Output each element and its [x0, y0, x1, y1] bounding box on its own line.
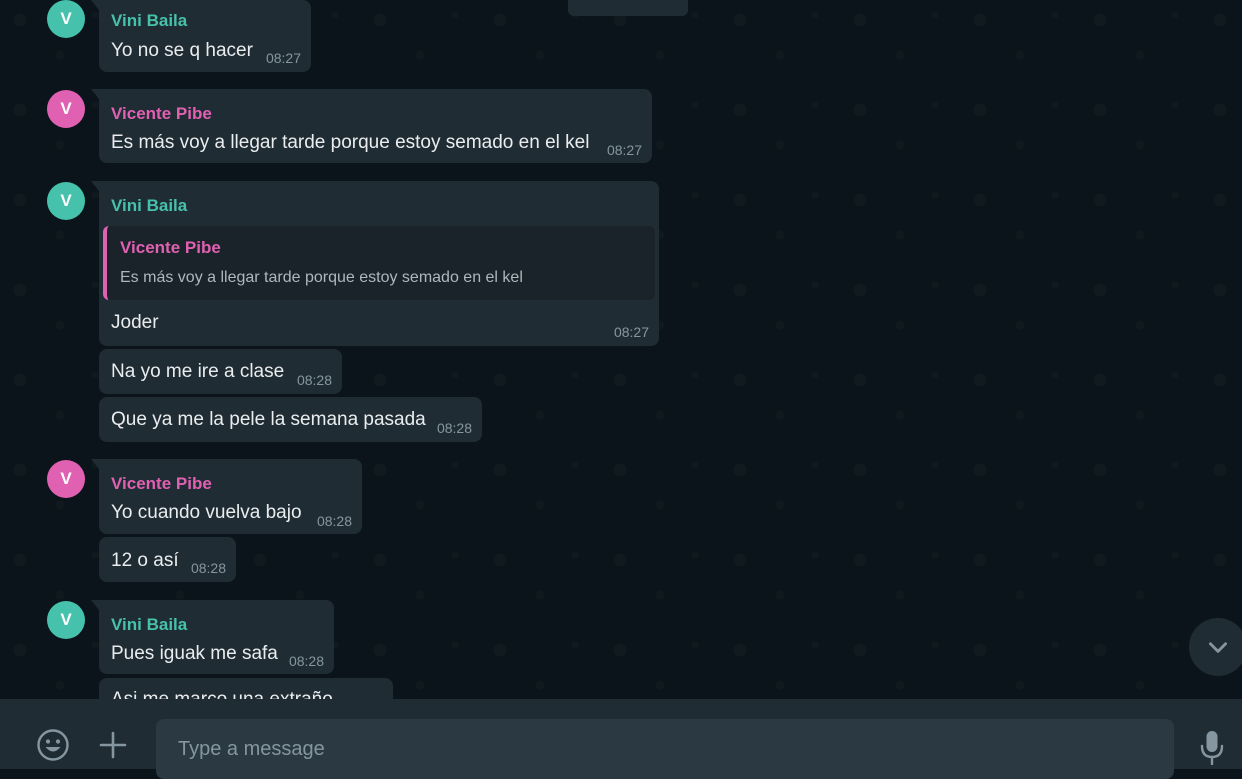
message-time: 08:28 [316, 513, 352, 529]
message-composer [0, 699, 1242, 779]
message-bubble[interactable]: Vicente Pibe Es más voy a llegar tarde p… [91, 89, 652, 163]
message-input[interactable] [156, 719, 1174, 779]
message-bubble[interactable]: Na yo me ire a clase 08:28 [99, 349, 342, 394]
sender-name[interactable]: Vicente Pibe [111, 474, 212, 494]
message-time: 08:28 [288, 653, 324, 669]
emoji-button[interactable] [34, 726, 72, 764]
message-time: 08:28 [296, 372, 332, 388]
avatar-vini-baila[interactable]: V [47, 601, 85, 639]
message-text: Yo cuando vuelva bajo [111, 502, 302, 523]
plus-icon [99, 731, 127, 759]
message-text: Yo no se q hacer [111, 40, 253, 61]
chevron-down-icon [1209, 642, 1227, 653]
avatar-vicente-pibe[interactable]: V [47, 460, 85, 498]
message-bubble[interactable]: Vicente Pibe Yo cuando vuelva bajo 08:28 [91, 459, 362, 534]
message-text: Asi me marco una extraño [111, 689, 333, 699]
message-text: 12 o así [111, 550, 179, 571]
message-text: Na yo me ire a clase [111, 361, 285, 382]
avatar-vini-baila[interactable]: V [47, 0, 85, 38]
message-bubble[interactable]: 12 o así 08:28 [99, 537, 236, 582]
message-time: 08:28 [436, 420, 472, 436]
message-bubble[interactable]: Que ya me la pele la semana pasada 08:28 [99, 397, 482, 442]
sender-name[interactable]: Vini Baila [111, 11, 187, 31]
avatar-vini-baila[interactable]: V [47, 182, 85, 220]
quoted-text: Es más voy a llegar tarde porque estoy s… [120, 269, 523, 286]
message-time: 08:27 [613, 324, 649, 340]
scroll-to-bottom-button[interactable] [1189, 618, 1242, 676]
sender-name[interactable]: Vini Baila [111, 196, 187, 216]
quoted-message[interactable]: Vicente Pibe Es más voy a llegar tarde p… [103, 226, 655, 300]
message-time: 08:27 [606, 142, 642, 158]
message-text: Joder [111, 312, 159, 333]
reply-message-bubble[interactable]: Vini Baila Vicente Pibe Es más voy a lle… [91, 181, 659, 346]
message-time: 08:27 [265, 50, 301, 66]
message-text: Es más voy a llegar tarde porque estoy s… [111, 132, 590, 153]
avatar-vicente-pibe[interactable]: V [47, 90, 85, 128]
message-bubble[interactable]: Asi me marco una extraño [99, 678, 393, 699]
message-text: Pues iguak me safa [111, 643, 278, 664]
sender-name[interactable]: Vicente Pibe [111, 104, 212, 124]
message-time: 08:28 [190, 560, 226, 576]
sender-name[interactable]: Vini Baila [111, 615, 187, 635]
voice-message-button[interactable] [1194, 727, 1230, 767]
previous-message-bubble [568, 0, 688, 16]
emoji-icon [37, 729, 69, 761]
message-bubble[interactable]: Vini Baila Yo no se q hacer 08:27 [91, 0, 311, 72]
chat-panel[interactable]: V Vini Baila Yo no se q hacer 08:27 V Vi… [0, 0, 1242, 699]
message-bubble[interactable]: Vini Baila Pues iguak me safa 08:28 [91, 600, 334, 674]
quoted-sender: Vicente Pibe [120, 238, 221, 257]
microphone-icon [1200, 731, 1224, 765]
message-text: Que ya me la pele la semana pasada [111, 409, 426, 430]
attach-button[interactable] [94, 726, 132, 764]
